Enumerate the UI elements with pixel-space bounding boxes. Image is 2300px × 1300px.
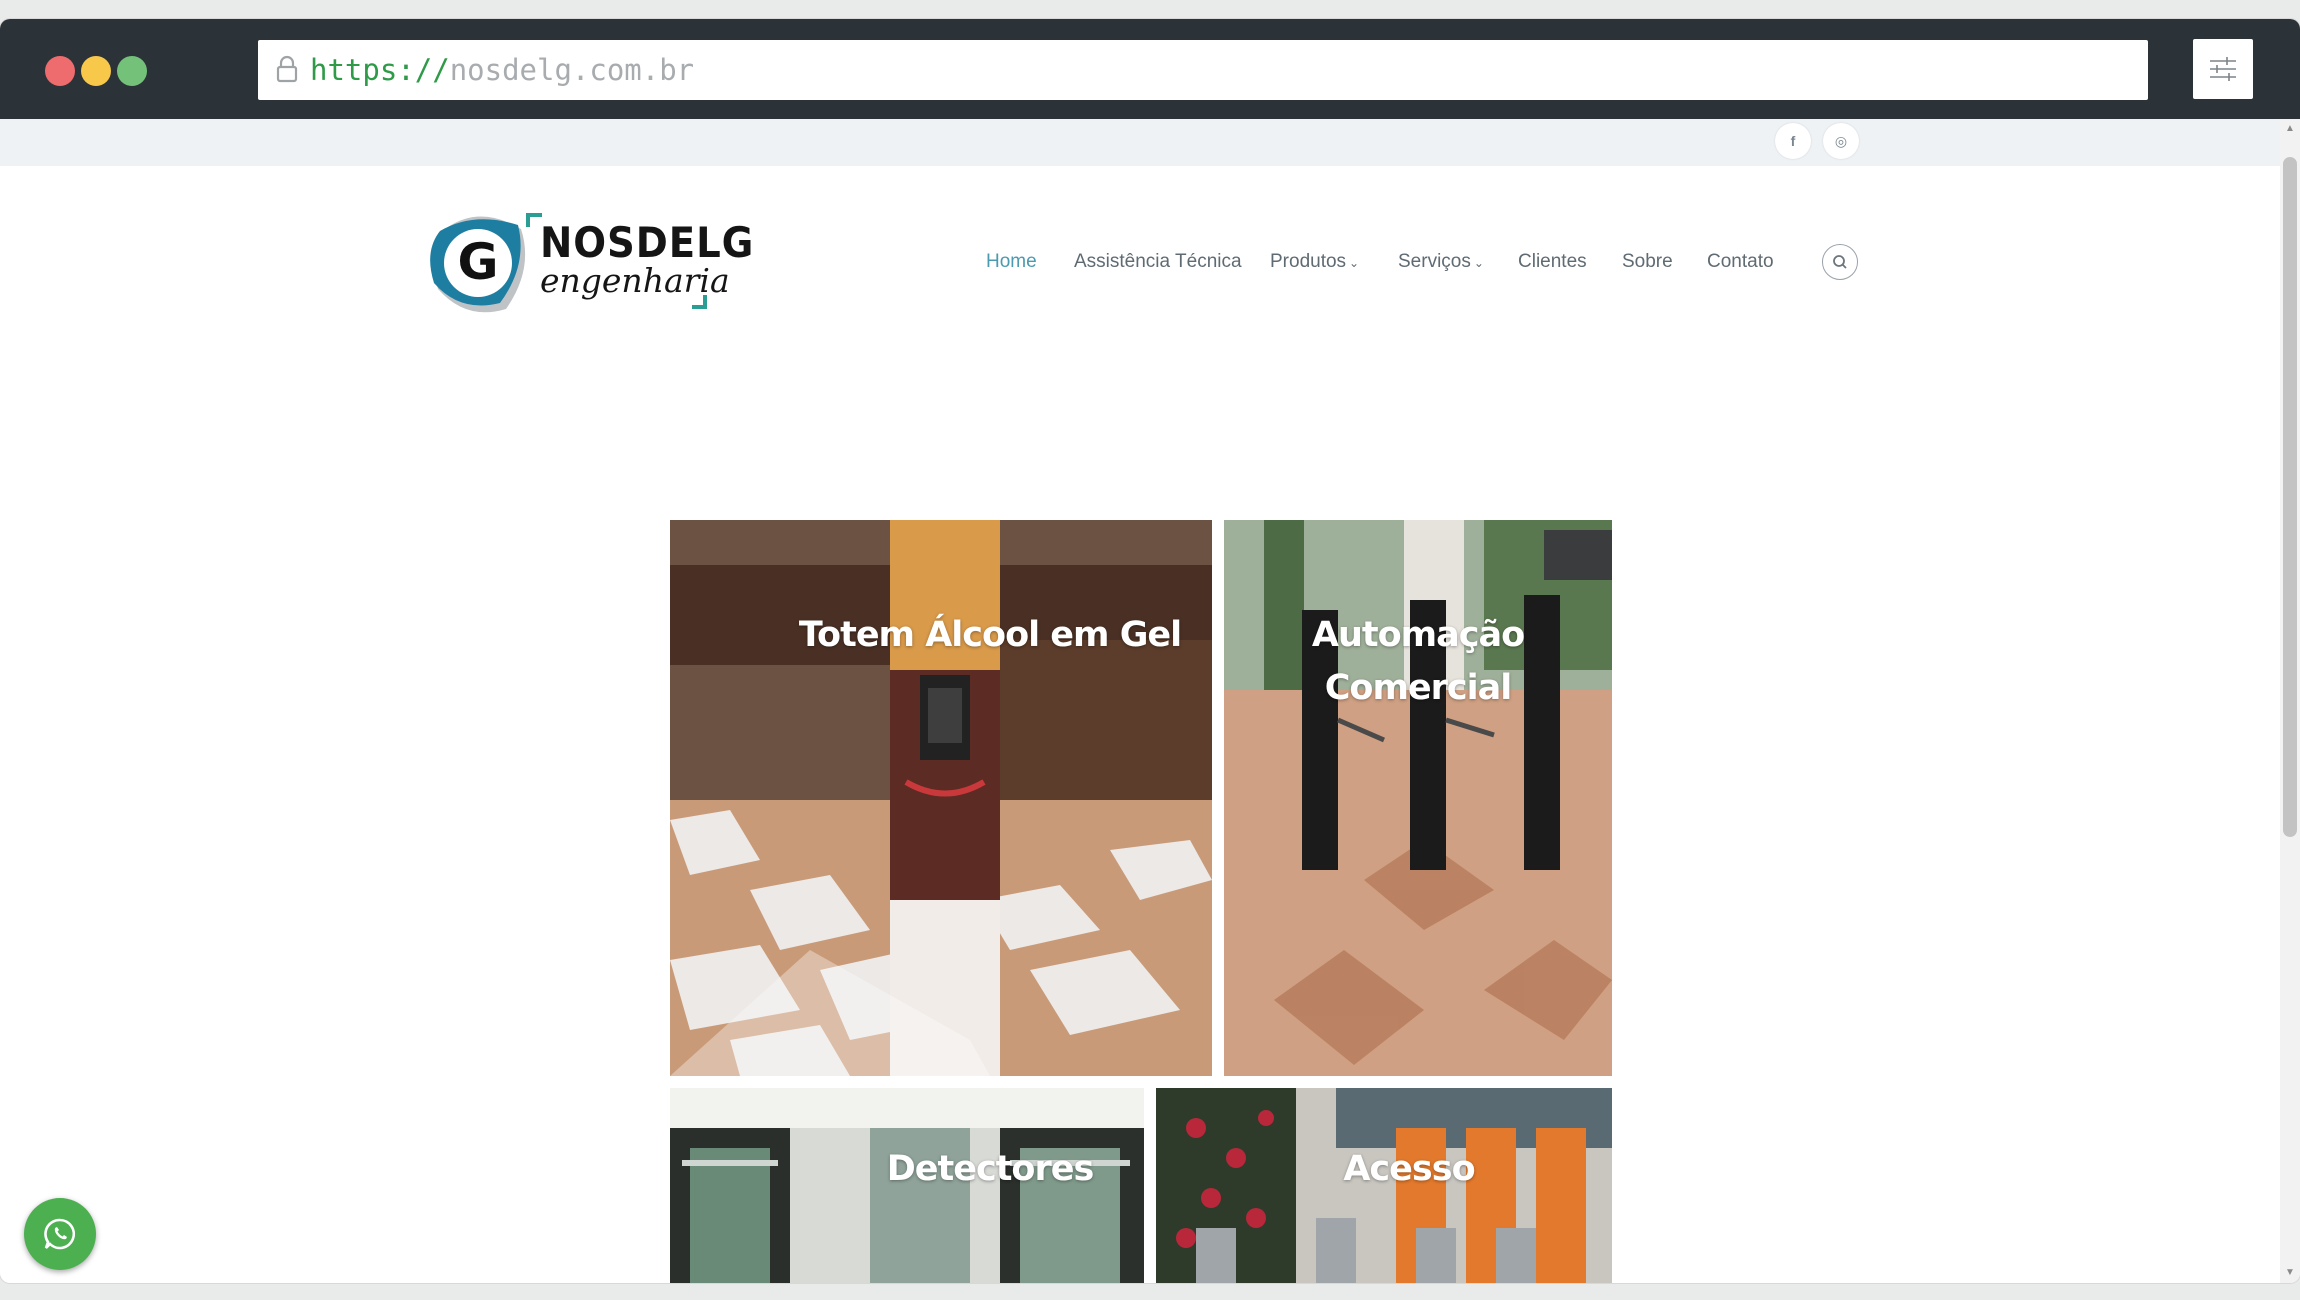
nav-sobre[interactable]: Sobre	[1622, 249, 1673, 275]
tile-photo-automacao	[1224, 520, 1612, 1076]
nav-sobre-label: Sobre	[1622, 251, 1673, 272]
nav-home-label: Home	[986, 251, 1037, 272]
chevron-down-icon: ⌄	[1473, 256, 1484, 270]
nav-clientes-label: Clientes	[1518, 251, 1587, 272]
scroll-down-arrow[interactable]: ▼	[2284, 1267, 2296, 1279]
maximize-window-button[interactable]	[117, 56, 147, 86]
top-bar	[0, 119, 2280, 166]
facebook-icon[interactable]: f	[1775, 123, 1811, 159]
tile-title: Totem Álcool em Gel	[798, 615, 1182, 655]
tile-photo-totem	[670, 520, 1212, 1076]
browser-toolbar: https://nosdelg.com.br	[0, 19, 2300, 119]
url-scheme: https://	[310, 53, 450, 87]
logo-brand: NOSDELG	[540, 218, 755, 267]
nav-servicos-label: Serviços	[1398, 251, 1471, 272]
nav-produtos-label: Produtos	[1270, 251, 1347, 272]
browser-menu-button[interactable]	[2193, 39, 2253, 99]
tile-title: Detectores	[886, 1149, 1095, 1189]
nav-servicos[interactable]: Serviços ⌄	[1398, 249, 1484, 276]
site-header	[0, 166, 2280, 316]
instagram-icon[interactable]: ◎	[1823, 123, 1859, 159]
lock-icon	[276, 55, 298, 83]
nav-contato-label: Contato	[1707, 251, 1774, 272]
close-window-button[interactable]	[45, 56, 75, 86]
minimize-window-button[interactable]	[81, 56, 111, 86]
chevron-down-icon: ⌄	[1349, 256, 1360, 270]
url-host: nosdelg.com.br	[449, 53, 695, 87]
url-text[interactable]: https://nosdelg.com.br	[310, 52, 694, 88]
scrollbar-thumb[interactable]	[2283, 157, 2297, 837]
address-bar[interactable]: https://nosdelg.com.br	[258, 40, 2148, 100]
browser-window: https://nosdelg.com.br f ◎ G NOSDELG eng…	[0, 19, 2300, 1283]
nav-assistencia-tecnica[interactable]: Assistência Técnica	[1074, 249, 1242, 275]
sliders-icon	[2210, 57, 2236, 81]
tile-detectores[interactable]: Detectores	[670, 1088, 1144, 1283]
nav-clientes[interactable]: Clientes	[1518, 249, 1587, 275]
tile-title-line-1: Automação	[1311, 615, 1525, 655]
tile-title: Acesso	[1343, 1149, 1475, 1189]
tile-automacao-comercial[interactable]: Automação Comercial	[1224, 520, 1612, 1076]
tile-title-line-2: Comercial	[1324, 668, 1513, 708]
search-icon	[1833, 255, 1847, 269]
tile-acesso[interactable]: Acesso	[1156, 1088, 1612, 1283]
whatsapp-icon	[44, 1218, 76, 1250]
tile-totem-alcool-gel[interactable]: Totem Álcool em Gel	[670, 520, 1212, 1076]
logo-subtitle: engenharia	[540, 261, 730, 300]
whatsapp-button[interactable]	[24, 1198, 96, 1270]
logo-letter: G	[457, 233, 498, 291]
scroll-up-arrow[interactable]: ▲	[2284, 123, 2296, 135]
nav-assistencia-label: Assistência Técnica	[1074, 251, 1242, 272]
logo-text[interactable]: NOSDELG engenharia	[540, 221, 773, 299]
nav-home[interactable]: Home	[986, 249, 1037, 275]
nav-contato[interactable]: Contato	[1707, 249, 1774, 275]
search-button[interactable]	[1822, 244, 1858, 280]
nav-produtos[interactable]: Produtos ⌄	[1270, 249, 1359, 276]
